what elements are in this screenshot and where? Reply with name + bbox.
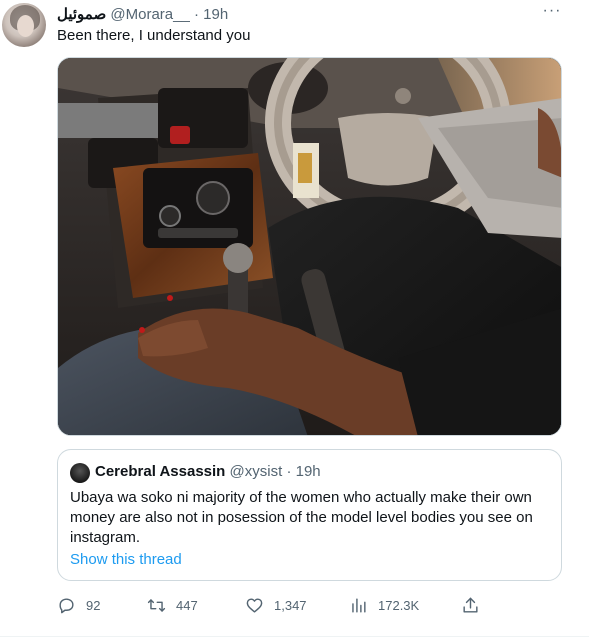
reply-count: 92 xyxy=(86,597,101,613)
heart-icon xyxy=(246,597,263,613)
tweet-media-photo[interactable] xyxy=(57,57,562,436)
author-name[interactable]: صموئيل xyxy=(57,6,106,23)
author-avatar[interactable] xyxy=(2,3,46,47)
avatar-face xyxy=(17,15,34,37)
views-button[interactable]: 172.3K xyxy=(349,593,419,617)
retweet-count: 447 xyxy=(176,597,198,613)
quoted-tweet-time[interactable]: 19h xyxy=(296,463,321,480)
quoted-tweet-header: Cerebral Assassin @xysist · 19h xyxy=(95,462,321,482)
quoted-author-avatar[interactable] xyxy=(70,463,90,483)
quoted-author-name[interactable]: Cerebral Assassin xyxy=(95,463,225,480)
tweet[interactable]: صموئيل @Morara__ · 19h ··· Been there, I… xyxy=(0,0,589,638)
show-thread-link[interactable]: Show this thread xyxy=(70,550,182,570)
reply-icon xyxy=(59,597,74,613)
tweet-time[interactable]: 19h xyxy=(203,6,228,23)
car-interior-photo xyxy=(58,58,561,435)
share-icon xyxy=(463,597,478,613)
quoted-tweet[interactable]: Cerebral Assassin @xysist · 19h Ubaya wa… xyxy=(57,449,562,581)
tweet-divider xyxy=(0,636,589,637)
reply-button[interactable]: 92 xyxy=(57,593,100,617)
quoted-author-handle[interactable]: @xysist xyxy=(230,463,283,480)
more-options-icon[interactable]: ··· xyxy=(540,2,564,26)
retweet-icon xyxy=(147,598,166,612)
retweet-button[interactable]: 447 xyxy=(147,593,198,617)
like-count: 1,347 xyxy=(274,597,307,613)
like-button[interactable]: 1,347 xyxy=(245,593,307,617)
views-count: 172.3K xyxy=(378,597,420,613)
views-icon xyxy=(352,597,366,613)
author-handle[interactable]: @Morara__ xyxy=(110,6,189,23)
share-button[interactable] xyxy=(461,593,480,617)
tweet-actions: 92 447 1,347 172.3K xyxy=(57,593,562,617)
quoted-header-separator: · xyxy=(286,463,292,480)
tweet-header: صموئيل @Morara__ · 19h xyxy=(57,5,228,25)
header-separator: · xyxy=(194,6,199,23)
quoted-tweet-text: Ubaya wa soko ni majority of the women w… xyxy=(70,489,533,546)
tweet-text: Been there, I understand you xyxy=(57,27,251,44)
